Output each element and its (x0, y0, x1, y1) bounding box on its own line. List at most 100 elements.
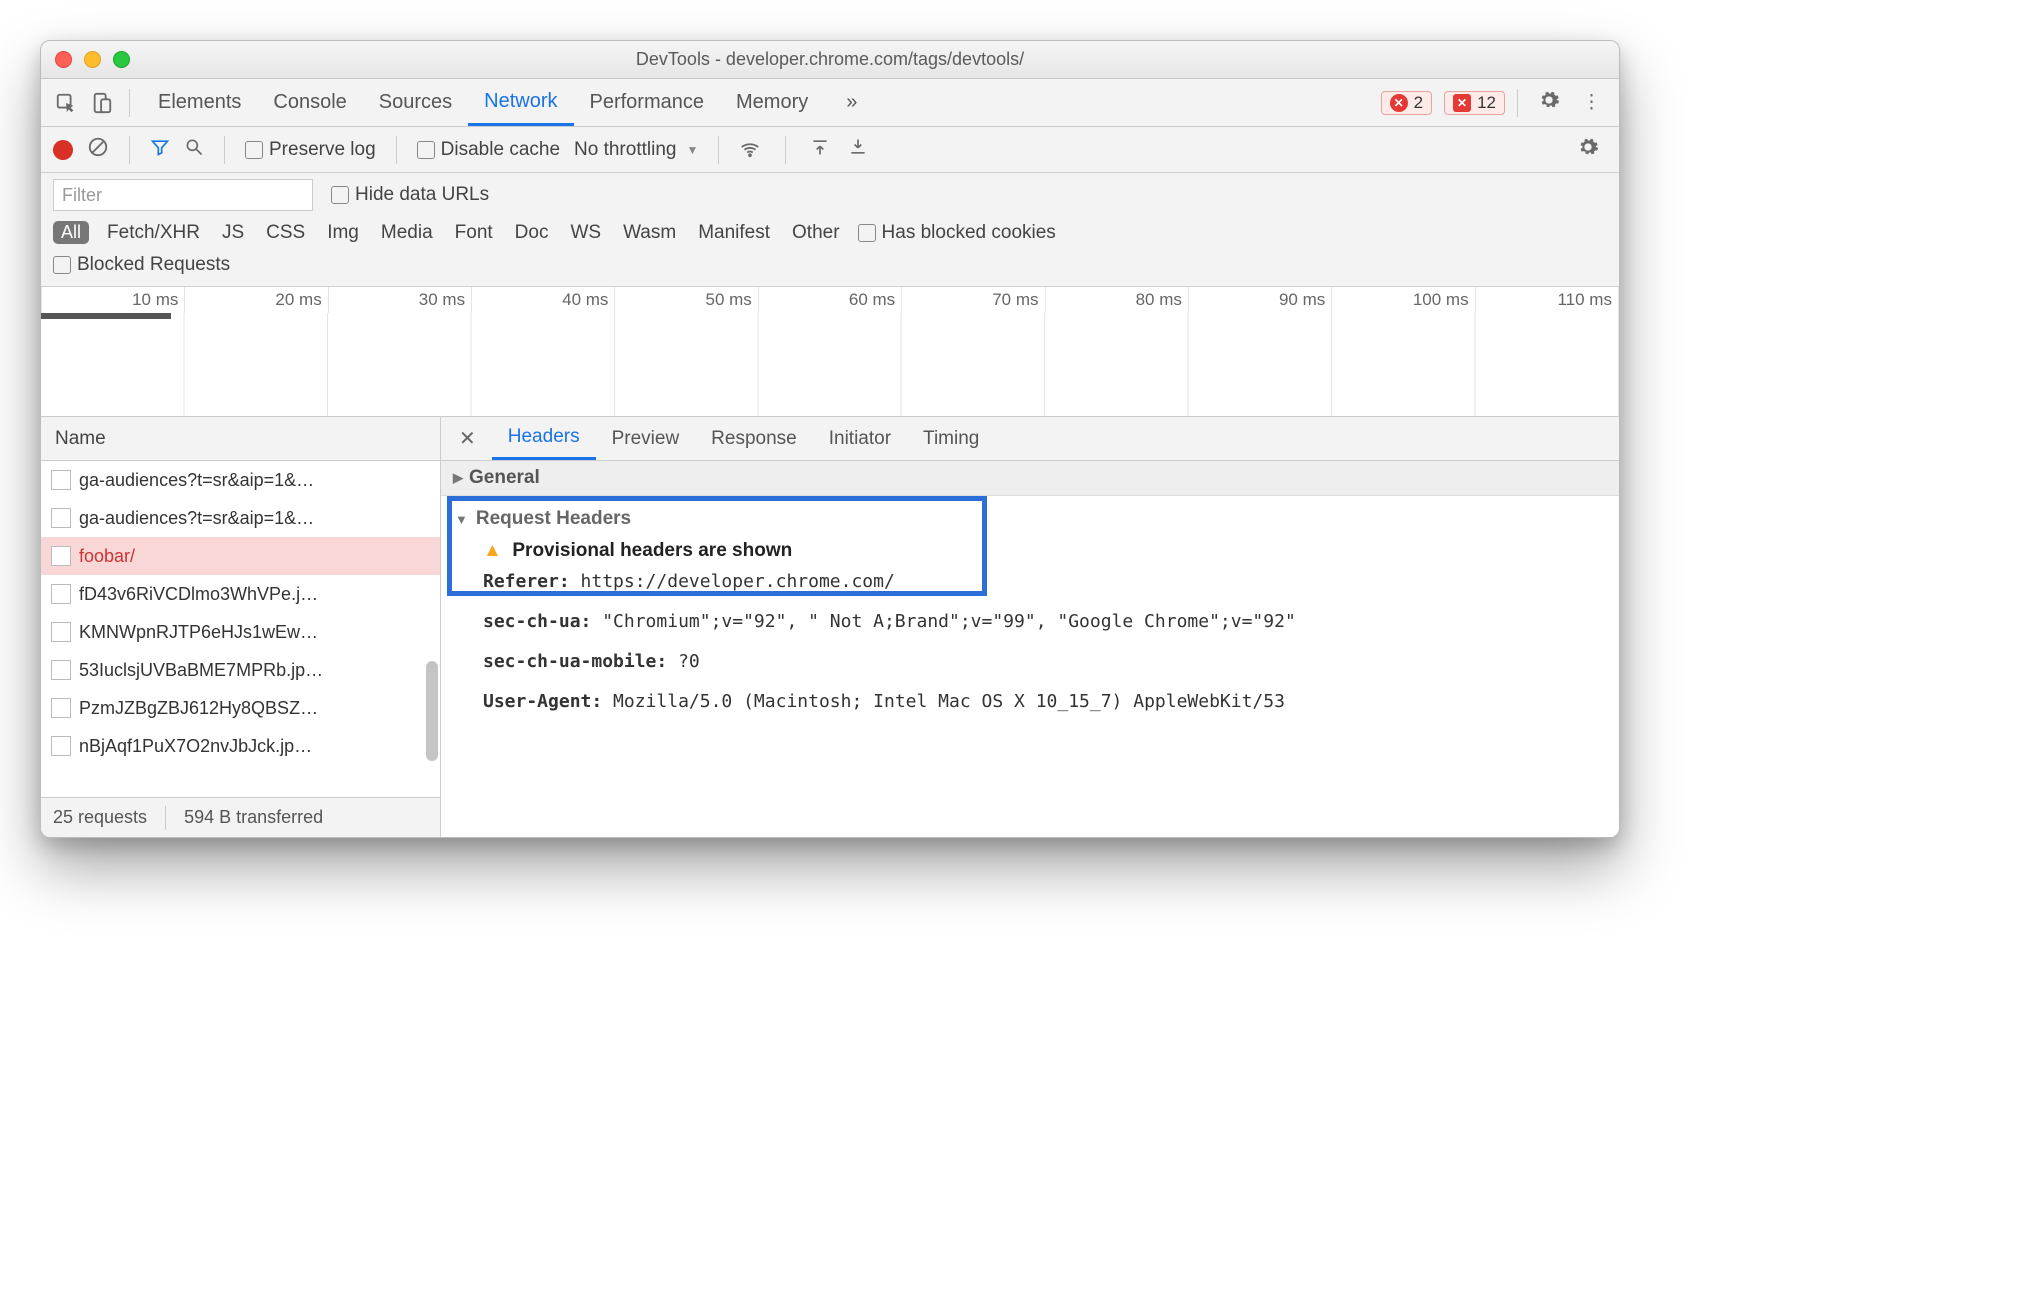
filter-input[interactable]: Filter (53, 179, 313, 211)
issues-badge[interactable]: ✕ 12 (1444, 91, 1505, 115)
record-button[interactable] (53, 140, 73, 160)
chevron-down-icon: ▼ (686, 143, 698, 157)
request-name: ga-audiences?t=sr&aip=1&… (79, 470, 314, 491)
request-name: 53IuclsjUVBaBME7MPRb.jp… (79, 660, 323, 681)
request-row[interactable]: KMNWpnRJTP6eHJs1wEw… (41, 613, 440, 651)
issue-icon: ✕ (1453, 94, 1471, 112)
request-list[interactable]: ga-audiences?t=sr&aip=1&… ga-audiences?t=… (41, 461, 440, 797)
timeline-tick: 90 ms (1189, 287, 1332, 313)
filter-toggle-icon[interactable] (150, 137, 170, 163)
detail-tab-initiator[interactable]: Initiator (813, 417, 907, 460)
detail-tab-response[interactable]: Response (695, 417, 813, 460)
more-tabs-button[interactable]: » (830, 79, 873, 126)
scrollbar-thumb[interactable] (426, 661, 438, 761)
arrow-right-icon: ▶ (453, 470, 463, 486)
window-title: DevTools - developer.chrome.com/tags/dev… (41, 49, 1619, 70)
filter-type-css[interactable]: CSS (266, 222, 305, 244)
throttling-select[interactable]: No throttling▼ (574, 139, 698, 161)
transferred-size: 594 B transferred (184, 807, 323, 828)
devtools-window: DevTools - developer.chrome.com/tags/dev… (40, 40, 1620, 838)
request-row[interactable]: ga-audiences?t=sr&aip=1&… (41, 499, 440, 537)
timeline-tick: 80 ms (1046, 287, 1189, 313)
tab-sources[interactable]: Sources (363, 79, 468, 126)
request-row[interactable]: PzmJZBgZBJ612Hy8QBSZ… (41, 689, 440, 727)
filter-type-img[interactable]: Img (327, 222, 359, 244)
general-section-header[interactable]: ▶General (441, 461, 1619, 496)
request-row[interactable]: 53IuclsjUVBaBME7MPRb.jp… (41, 651, 440, 689)
inspect-icon[interactable] (51, 92, 81, 114)
network-toolbar: Preserve log Disable cache No throttling… (41, 127, 1619, 173)
errors-badge[interactable]: ✕2 (1381, 91, 1432, 115)
issues-count: 12 (1477, 93, 1496, 113)
clear-icon[interactable] (87, 136, 109, 164)
detail-tab-timing[interactable]: Timing (907, 417, 995, 460)
filter-type-font[interactable]: Font (455, 222, 493, 244)
filter-type-fetchxhr[interactable]: Fetch/XHR (107, 222, 200, 244)
timeline-tick: 50 ms (615, 287, 758, 313)
request-headers-section[interactable]: ▼Request Headers (455, 504, 1605, 540)
error-icon: ✕ (1390, 94, 1408, 112)
warning-icon: ▲ (483, 540, 502, 561)
network-status-bar: 25 requests 594 B transferred (41, 797, 440, 837)
filter-type-ws[interactable]: WS (570, 222, 601, 244)
header-row: User-Agent: Mozilla/5.0 (Macintosh; Inte… (455, 682, 1605, 722)
file-icon (51, 736, 71, 756)
filter-all[interactable]: All (53, 221, 89, 244)
request-row[interactable]: ga-audiences?t=sr&aip=1&… (41, 461, 440, 499)
filter-type-doc[interactable]: Doc (515, 222, 549, 244)
file-icon (51, 546, 71, 566)
import-har-icon[interactable] (810, 137, 830, 163)
request-name: nBjAqf1PuX7O2nvJbJck.jp… (79, 736, 312, 757)
network-conditions-icon[interactable] (739, 136, 761, 164)
network-split: Name ga-audiences?t=sr&aip=1&…ga-audienc… (41, 417, 1619, 837)
timeline-tick: 10 ms (41, 287, 185, 313)
main-tabs: ElementsConsoleSourcesNetworkPerformance… (41, 79, 1619, 127)
file-icon (51, 660, 71, 680)
filter-type-media[interactable]: Media (381, 222, 433, 244)
timeline-bar (41, 313, 171, 319)
detail-tab-headers[interactable]: Headers (492, 417, 596, 460)
tab-elements[interactable]: Elements (142, 79, 257, 126)
timeline-tick: 110 ms (1476, 287, 1619, 313)
tab-memory[interactable]: Memory (720, 79, 824, 126)
filter-type-js[interactable]: JS (222, 222, 244, 244)
file-icon (51, 470, 71, 490)
file-icon (51, 584, 71, 604)
close-detail-icon[interactable]: ✕ (449, 426, 486, 451)
device-toggle-icon[interactable] (87, 92, 117, 114)
timeline-tick: 100 ms (1332, 287, 1475, 313)
tab-console[interactable]: Console (257, 79, 362, 126)
timeline-tick: 40 ms (472, 287, 615, 313)
settings-gear-icon[interactable] (1530, 89, 1568, 117)
timeline-tick: 70 ms (902, 287, 1045, 313)
tab-performance[interactable]: Performance (574, 79, 721, 126)
more-menu-icon[interactable]: ⋮ (1574, 91, 1609, 114)
preserve-log-checkbox[interactable]: Preserve log (245, 139, 376, 161)
request-row[interactable]: nBjAqf1PuX7O2nvJbJck.jp… (41, 727, 440, 765)
disable-cache-checkbox[interactable]: Disable cache (417, 139, 560, 161)
timeline[interactable]: 10 ms20 ms30 ms40 ms50 ms60 ms70 ms80 ms… (41, 287, 1619, 417)
blocked-requests-checkbox[interactable]: Blocked Requests (53, 254, 230, 276)
blocked-cookies-checkbox[interactable]: Has blocked cookies (858, 222, 1056, 244)
tab-network[interactable]: Network (468, 79, 573, 126)
filter-type-other[interactable]: Other (792, 222, 840, 244)
errors-count: 2 (1414, 93, 1423, 113)
export-har-icon[interactable] (848, 137, 868, 163)
file-icon (51, 698, 71, 718)
filter-type-manifest[interactable]: Manifest (698, 222, 770, 244)
filter-bar: Filter Hide data URLs All Fetch/XHR JS CSS… (41, 173, 1619, 287)
header-row: sec-ch-ua: "Chromium";v="92", " Not A;Br… (455, 602, 1605, 642)
network-settings-icon[interactable] (1569, 136, 1607, 164)
request-row[interactable]: fD43v6RiVCDlmo3WhVPe.j… (41, 575, 440, 613)
list-header-name[interactable]: Name (41, 417, 440, 461)
file-icon (51, 508, 71, 528)
hide-data-urls-checkbox[interactable]: Hide data URLs (331, 184, 489, 206)
search-icon[interactable] (184, 137, 204, 163)
request-name: foobar/ (79, 546, 135, 567)
provisional-warning: ▲ Provisional headers are shown (455, 540, 1605, 562)
detail-tab-preview[interactable]: Preview (596, 417, 696, 460)
request-row[interactable]: foobar/ (41, 537, 440, 575)
timeline-tick: 30 ms (329, 287, 472, 313)
filter-type-wasm[interactable]: Wasm (623, 222, 676, 244)
header-row: sec-ch-ua-mobile: ?0 (455, 642, 1605, 682)
